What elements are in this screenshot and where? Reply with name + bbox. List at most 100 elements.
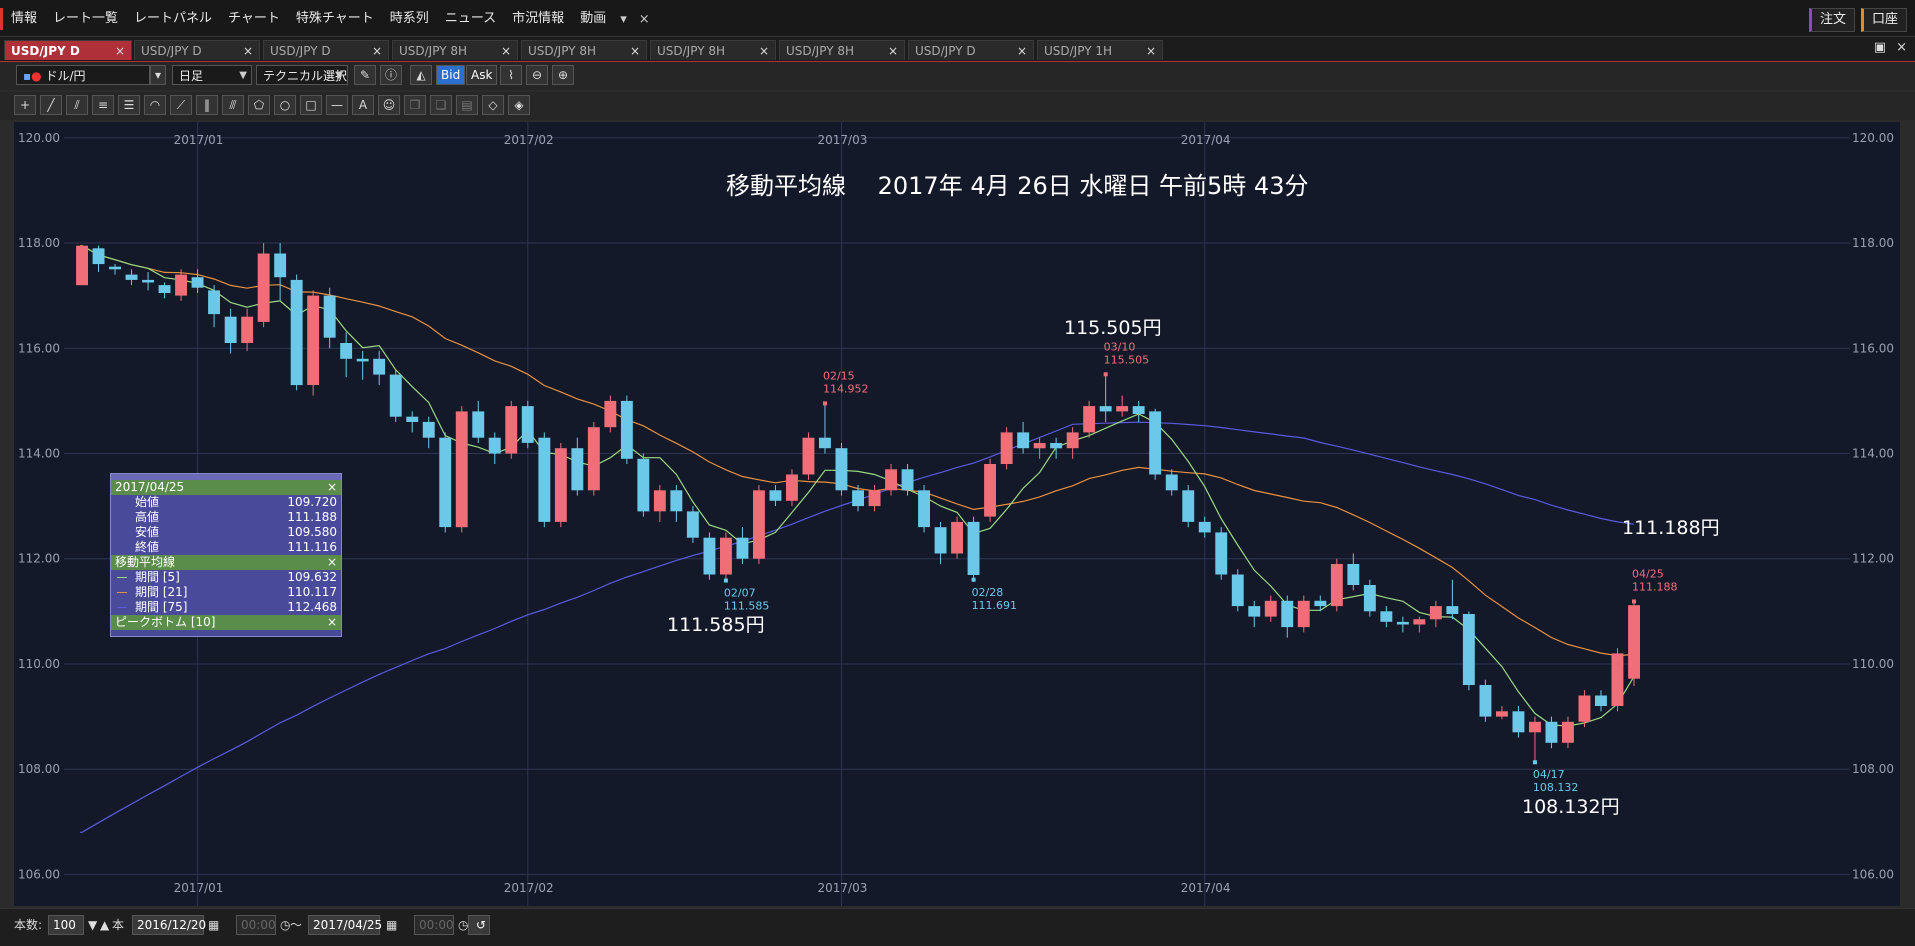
- count-input[interactable]: 100: [48, 915, 84, 935]
- currency-pair-select[interactable]: ▪● ドル/円: [16, 65, 150, 85]
- tab-close-icon[interactable]: ×: [759, 41, 769, 61]
- layers-icon[interactable]: ❏: [430, 95, 452, 115]
- refresh-icon[interactable]: ↺: [468, 915, 490, 935]
- rectangle-icon[interactable]: □: [300, 95, 322, 115]
- tab-close-icon[interactable]: ×: [115, 41, 125, 61]
- tab-usdjpy-8h-1[interactable]: USD/JPY 8H ×: [392, 40, 518, 60]
- timeframe-select[interactable]: 日足 ▼: [172, 65, 252, 85]
- gann-icon[interactable]: ⫻: [222, 95, 244, 115]
- candle-body: [307, 295, 320, 385]
- to-time-input[interactable]: 00:00: [414, 915, 454, 935]
- count-down-icon[interactable]: ▼: [88, 915, 97, 935]
- window-close-icon[interactable]: ×: [1896, 40, 1907, 55]
- tab-close-icon[interactable]: ×: [243, 41, 253, 61]
- candle-body: [1595, 695, 1607, 706]
- from-time-input[interactable]: 00:00: [236, 915, 276, 935]
- bid-button[interactable]: Bid: [436, 65, 466, 85]
- maximize-icon[interactable]: ▣: [1874, 40, 1886, 55]
- candle-body: [918, 490, 930, 528]
- ohlc-value: 111.188: [287, 510, 337, 524]
- duplicate-icon[interactable]: ▤: [456, 95, 478, 115]
- count-up-icon[interactable]: ▲: [100, 915, 109, 935]
- tab-usdjpy-d-1[interactable]: USD/JPY D ×: [4, 40, 132, 60]
- fibonacci-icon[interactable]: ≡: [92, 95, 114, 115]
- candle-body: [769, 490, 782, 501]
- tab-usdjpy-d-3[interactable]: USD/JPY D ×: [263, 40, 389, 60]
- pair-dropdown-icon[interactable]: ▾: [150, 65, 166, 85]
- info-icon[interactable]: ⓘ: [380, 65, 402, 85]
- candle-body: [389, 374, 402, 417]
- ma-close-icon[interactable]: ×: [327, 555, 337, 570]
- tab-close-icon[interactable]: ×: [1017, 41, 1027, 61]
- candle-body: [125, 274, 138, 280]
- low-callout-apr: 108.132円: [1522, 796, 1620, 818]
- candle-body: [76, 245, 88, 286]
- crosshair-icon[interactable]: +: [14, 95, 36, 115]
- candle-body: [720, 537, 732, 575]
- peak-close-icon[interactable]: ×: [327, 615, 337, 630]
- tab-close-icon[interactable]: ×: [372, 41, 382, 61]
- tab-label: USD/JPY 1H: [1044, 44, 1112, 58]
- calendar-icon[interactable]: ▦: [386, 915, 397, 935]
- from-date-input[interactable]: 2016/12/20: [132, 915, 206, 935]
- chart-type-icon[interactable]: ⌇: [500, 65, 522, 85]
- tab-close-icon[interactable]: ×: [630, 41, 640, 61]
- data-window-panel[interactable]: 2017/04/25 × 始値 109.720 高値 111.188 安値 109.58…: [110, 473, 342, 637]
- menu-video[interactable]: 動画: [572, 8, 614, 30]
- fib-arc-icon[interactable]: ◠: [144, 95, 166, 115]
- order-button[interactable]: 注文: [1808, 8, 1855, 32]
- pen-icon[interactable]: ✎: [354, 65, 376, 85]
- calendar-icon[interactable]: ▦: [208, 915, 219, 935]
- tab-usdjpy-d-4[interactable]: USD/JPY D ×: [908, 40, 1034, 60]
- tab-usdjpy-8h-3[interactable]: USD/JPY 8H ×: [650, 40, 776, 60]
- circle-icon[interactable]: ○: [274, 95, 296, 115]
- count-label: 本数:: [14, 918, 43, 932]
- copy-icon[interactable]: ❐: [404, 95, 426, 115]
- technical-select[interactable]: テクニカル選択 ▼: [256, 65, 348, 85]
- tab-close-icon[interactable]: ×: [1146, 41, 1156, 61]
- candle-body: [274, 253, 287, 278]
- candle-body: [620, 400, 633, 459]
- horizontal-line-icon[interactable]: —: [326, 95, 348, 115]
- zoom-out-icon[interactable]: ⊖: [526, 65, 548, 85]
- eraser-icon[interactable]: ◇: [482, 95, 504, 115]
- candle-body: [109, 266, 121, 270]
- candle-body: [1281, 600, 1294, 628]
- polygon-icon[interactable]: ⬠: [248, 95, 270, 115]
- erase-all-icon[interactable]: ◈: [508, 95, 530, 115]
- menu-rate-list[interactable]: レート一覧: [45, 8, 126, 30]
- tab-close-icon[interactable]: ×: [888, 41, 898, 61]
- panel-close-icon[interactable]: ×: [327, 480, 337, 495]
- emoji-icon[interactable]: ☺: [378, 95, 400, 115]
- menu-market-info[interactable]: 市況情報: [504, 8, 572, 30]
- clock-icon[interactable]: ◷: [280, 915, 290, 935]
- ask-button[interactable]: Ask: [466, 65, 498, 85]
- channel-icon[interactable]: ⫽: [66, 95, 88, 115]
- tab-close-icon[interactable]: ×: [501, 41, 511, 61]
- menu-special-chart[interactable]: 特殊チャート: [288, 8, 382, 30]
- to-date-input[interactable]: 2017/04/25: [308, 915, 382, 935]
- zoom-in-icon[interactable]: ⊕: [552, 65, 574, 85]
- candle-body: [521, 406, 534, 443]
- menu-time-series[interactable]: 時系列: [382, 8, 437, 30]
- fib-levels-icon[interactable]: ☰: [118, 95, 140, 115]
- trendline-icon[interactable]: ╱: [40, 95, 62, 115]
- menu-dropdown-icon[interactable]: ▾: [614, 12, 633, 27]
- high-callout: 115.505円: [1064, 317, 1162, 339]
- menu-news[interactable]: ニュース: [437, 8, 504, 30]
- clock-icon[interactable]: ◷: [458, 915, 468, 935]
- menu-rate-panel[interactable]: レートパネル: [126, 8, 220, 30]
- count-unit: 本: [112, 918, 125, 932]
- cycle-lines-icon[interactable]: ‖: [196, 95, 218, 115]
- tab-usdjpy-1h[interactable]: USD/JPY 1H ×: [1037, 40, 1163, 60]
- menu-chart[interactable]: チャート: [220, 8, 288, 30]
- fan-icon[interactable]: ⟋: [170, 95, 192, 115]
- tab-usdjpy-d-2[interactable]: USD/JPY D ×: [134, 40, 260, 60]
- tab-usdjpy-8h-2[interactable]: USD/JPY 8H ×: [521, 40, 647, 60]
- menu-close-icon[interactable]: ×: [633, 12, 656, 27]
- account-button[interactable]: 口座: [1860, 8, 1907, 32]
- text-tool-icon[interactable]: A: [352, 95, 374, 115]
- area-chart-icon[interactable]: ◭: [410, 65, 432, 85]
- menu-info[interactable]: 情報: [0, 8, 45, 30]
- tab-usdjpy-8h-4[interactable]: USD/JPY 8H ×: [779, 40, 905, 60]
